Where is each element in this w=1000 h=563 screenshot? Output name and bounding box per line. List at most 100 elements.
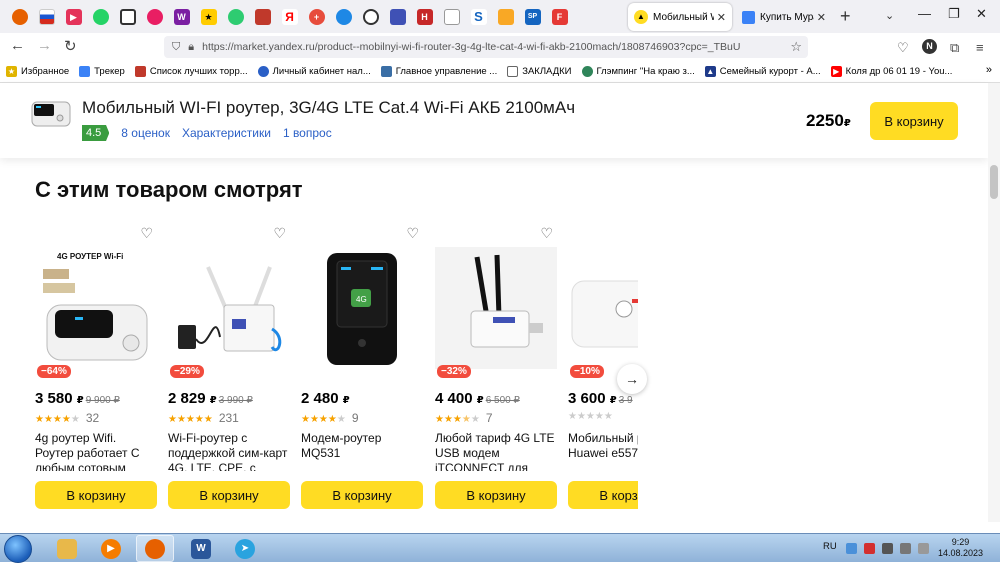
product-image[interactable]: 4G	[301, 247, 423, 369]
tab-pinned-7[interactable]: ★	[195, 0, 222, 33]
product-image[interactable]	[435, 247, 557, 369]
heart-icon[interactable]: ♡	[273, 225, 286, 242]
product-card[interactable]: ♡ −32% 4 400 ₽6 500 ₽ ★★★★★ 7 Любой тариф…	[435, 222, 557, 512]
bookmark-item[interactable]: Трекер	[79, 66, 125, 77]
tab-pinned-11[interactable]: +	[303, 0, 330, 33]
tab-pinned-2[interactable]: ▶	[60, 0, 87, 33]
tab-pinned-9[interactable]	[249, 0, 276, 33]
network-icon[interactable]	[900, 543, 911, 554]
media-player-taskbar-icon[interactable]: ▶	[92, 535, 130, 562]
add-to-cart-button[interactable]: В корзину	[168, 481, 290, 509]
tab-pinned-8[interactable]	[222, 0, 249, 33]
shield-icon[interactable]: ⛉	[172, 41, 180, 54]
bookmark-item[interactable]: Главное управление ...	[380, 66, 497, 77]
heart-icon[interactable]: ♡	[540, 225, 553, 242]
bookmark-star-icon[interactable]: ☆	[790, 39, 802, 55]
tab-pinned-17[interactable]: S	[465, 0, 492, 33]
tray-icon[interactable]	[882, 543, 893, 554]
product-name[interactable]: Модем-роутер MQ531	[301, 431, 423, 471]
tab-inactive-label: Купить Мураве	[760, 11, 814, 23]
product-card[interactable]: ♡ 4G РОУТЕР Wi-Fi −64% 3 580 ₽9 900 ₽ ★★…	[35, 222, 157, 512]
url-bar[interactable]: ⛉ 🔒︎ https://market.yandex.ru/product--m…	[164, 36, 808, 58]
product-name[interactable]: Мобильный роутер Huawei e5573s-322 с	[568, 431, 638, 471]
tab-pinned-1[interactable]	[33, 0, 60, 33]
firefox-menu-icon[interactable]	[6, 0, 33, 33]
tray-icon[interactable]	[864, 543, 875, 554]
close-tab-icon[interactable]: ✕	[817, 11, 826, 24]
tab-pinned-6[interactable]: W	[168, 0, 195, 33]
heart-icon[interactable]: ♡	[140, 225, 153, 242]
pocket-icon[interactable]: ♡	[897, 40, 909, 56]
specs-link[interactable]: Характеристики	[182, 126, 271, 140]
bookmark-item[interactable]: ★ Избранное	[6, 66, 69, 77]
lock-icon[interactable]: 🔒︎	[188, 41, 194, 54]
carousel-next-button[interactable]: →	[617, 364, 647, 394]
tab-pinned-12[interactable]	[330, 0, 357, 33]
tab-pinned-4[interactable]	[114, 0, 141, 33]
tab-pinned-14[interactable]	[384, 0, 411, 33]
tab-pinned-18[interactable]	[492, 0, 519, 33]
heart-icon[interactable]: ♡	[406, 225, 419, 242]
telegram-taskbar-icon[interactable]: ➤	[226, 535, 264, 562]
close-tab-icon[interactable]: ✕	[717, 11, 726, 24]
word-taskbar-icon[interactable]: W	[182, 535, 220, 562]
account-avatar[interactable]: N	[922, 39, 937, 54]
product-name[interactable]: Wi-Fi-роутер с поддержкой сим-карт 4G, L…	[168, 431, 290, 471]
bookmark-item[interactable]: ▲ Семейный курорт - А...	[704, 66, 821, 77]
product-card[interactable]: ♡ −29% 2 829 ₽3 990 ₽ ★★★★★ 231 Wi-Fi-роу…	[168, 222, 290, 512]
url-text[interactable]: https://market.yandex.ru/product--mobiln…	[202, 41, 784, 53]
bookmark-item[interactable]: ▶ Коля др 06 01 19 - You...	[830, 66, 952, 77]
scrollbar-thumb[interactable]	[990, 165, 998, 199]
add-to-cart-button[interactable]: В корзину	[435, 481, 557, 509]
product-name[interactable]: 4g роутер Wifi. Роутер работает С любым …	[35, 431, 157, 471]
tab-active[interactable]: ▲ Мобильный Wi- ✕	[628, 3, 732, 31]
bookmark-item[interactable]: Личный кабинет нал...	[257, 66, 371, 77]
language-indicator[interactable]: RU	[823, 541, 837, 552]
tab-pinned-5[interactable]	[141, 0, 168, 33]
close-window-icon[interactable]: ✕	[976, 6, 987, 22]
maximize-icon[interactable]: ❐	[948, 6, 960, 22]
add-to-cart-button[interactable]: В корзину	[870, 102, 958, 140]
reviews-link[interactable]: 8 оценок	[121, 126, 170, 140]
add-to-cart-button[interactable]: В корзину	[35, 481, 157, 509]
tracker-icon	[79, 66, 91, 77]
volume-icon[interactable]	[918, 543, 929, 554]
product-image[interactable]	[168, 247, 290, 369]
tray-icon[interactable]	[846, 543, 857, 554]
tab-pinned-15[interactable]: H	[411, 0, 438, 33]
tab-pinned-20[interactable]: F	[546, 0, 573, 33]
product-image[interactable]	[568, 247, 638, 369]
minimize-icon[interactable]: —	[918, 6, 931, 21]
add-to-cart-button[interactable]: В корзину	[301, 481, 423, 509]
product-image[interactable]: 4G РОУТЕР Wi-Fi	[35, 247, 157, 369]
page-scrollbar[interactable]	[988, 83, 1000, 522]
add-to-cart-button[interactable]: В корзину	[568, 481, 638, 509]
tab-pinned-16[interactable]	[438, 0, 465, 33]
tab-list-chevron-icon[interactable]: ⌄	[885, 9, 894, 22]
clock[interactable]: 9:29 14.08.2023	[938, 537, 983, 559]
tab-pinned-3[interactable]	[87, 0, 114, 33]
rating-badge[interactable]: 4.5	[82, 125, 110, 141]
price: 3 600 ₽3 9	[568, 390, 633, 407]
tab-pinned-10[interactable]: Я	[276, 0, 303, 33]
menu-icon[interactable]: ≡	[976, 40, 984, 55]
reload-icon[interactable]: ↻	[64, 37, 77, 55]
extensions-icon[interactable]: ⧉	[950, 40, 959, 56]
forward-arrow-icon[interactable]: →	[37, 37, 52, 54]
tab-pinned-13[interactable]	[357, 0, 384, 33]
tab-inactive[interactable]: Купить Мураве ✕	[736, 3, 832, 31]
bookmarks-overflow-icon[interactable]: »	[986, 64, 992, 76]
bookmark-item[interactable]: Список лучших торр...	[134, 66, 248, 77]
bookmark-item[interactable]: Глэмпинг "На краю з...	[581, 66, 695, 77]
tab-pinned-19[interactable]: SP	[519, 0, 546, 33]
explorer-taskbar-icon[interactable]	[48, 535, 86, 562]
bookmark-folder[interactable]: ЗАКЛАДКИ	[507, 66, 572, 77]
firefox-taskbar-icon[interactable]	[136, 535, 174, 562]
product-card[interactable]: ♡ 4G 2 480 ₽ ★★★★★ 9 Модем-роутер MQ531 В…	[301, 222, 423, 512]
questions-link[interactable]: 1 вопрос	[283, 126, 332, 140]
start-button[interactable]	[4, 535, 32, 563]
back-arrow-icon[interactable]: ←	[10, 37, 25, 54]
product-name[interactable]: Любой тариф 4G LTE USB модем iTCONNECT д…	[435, 431, 557, 471]
new-tab-button[interactable]: +	[840, 6, 851, 27]
product-thumbnail[interactable]	[30, 96, 72, 130]
